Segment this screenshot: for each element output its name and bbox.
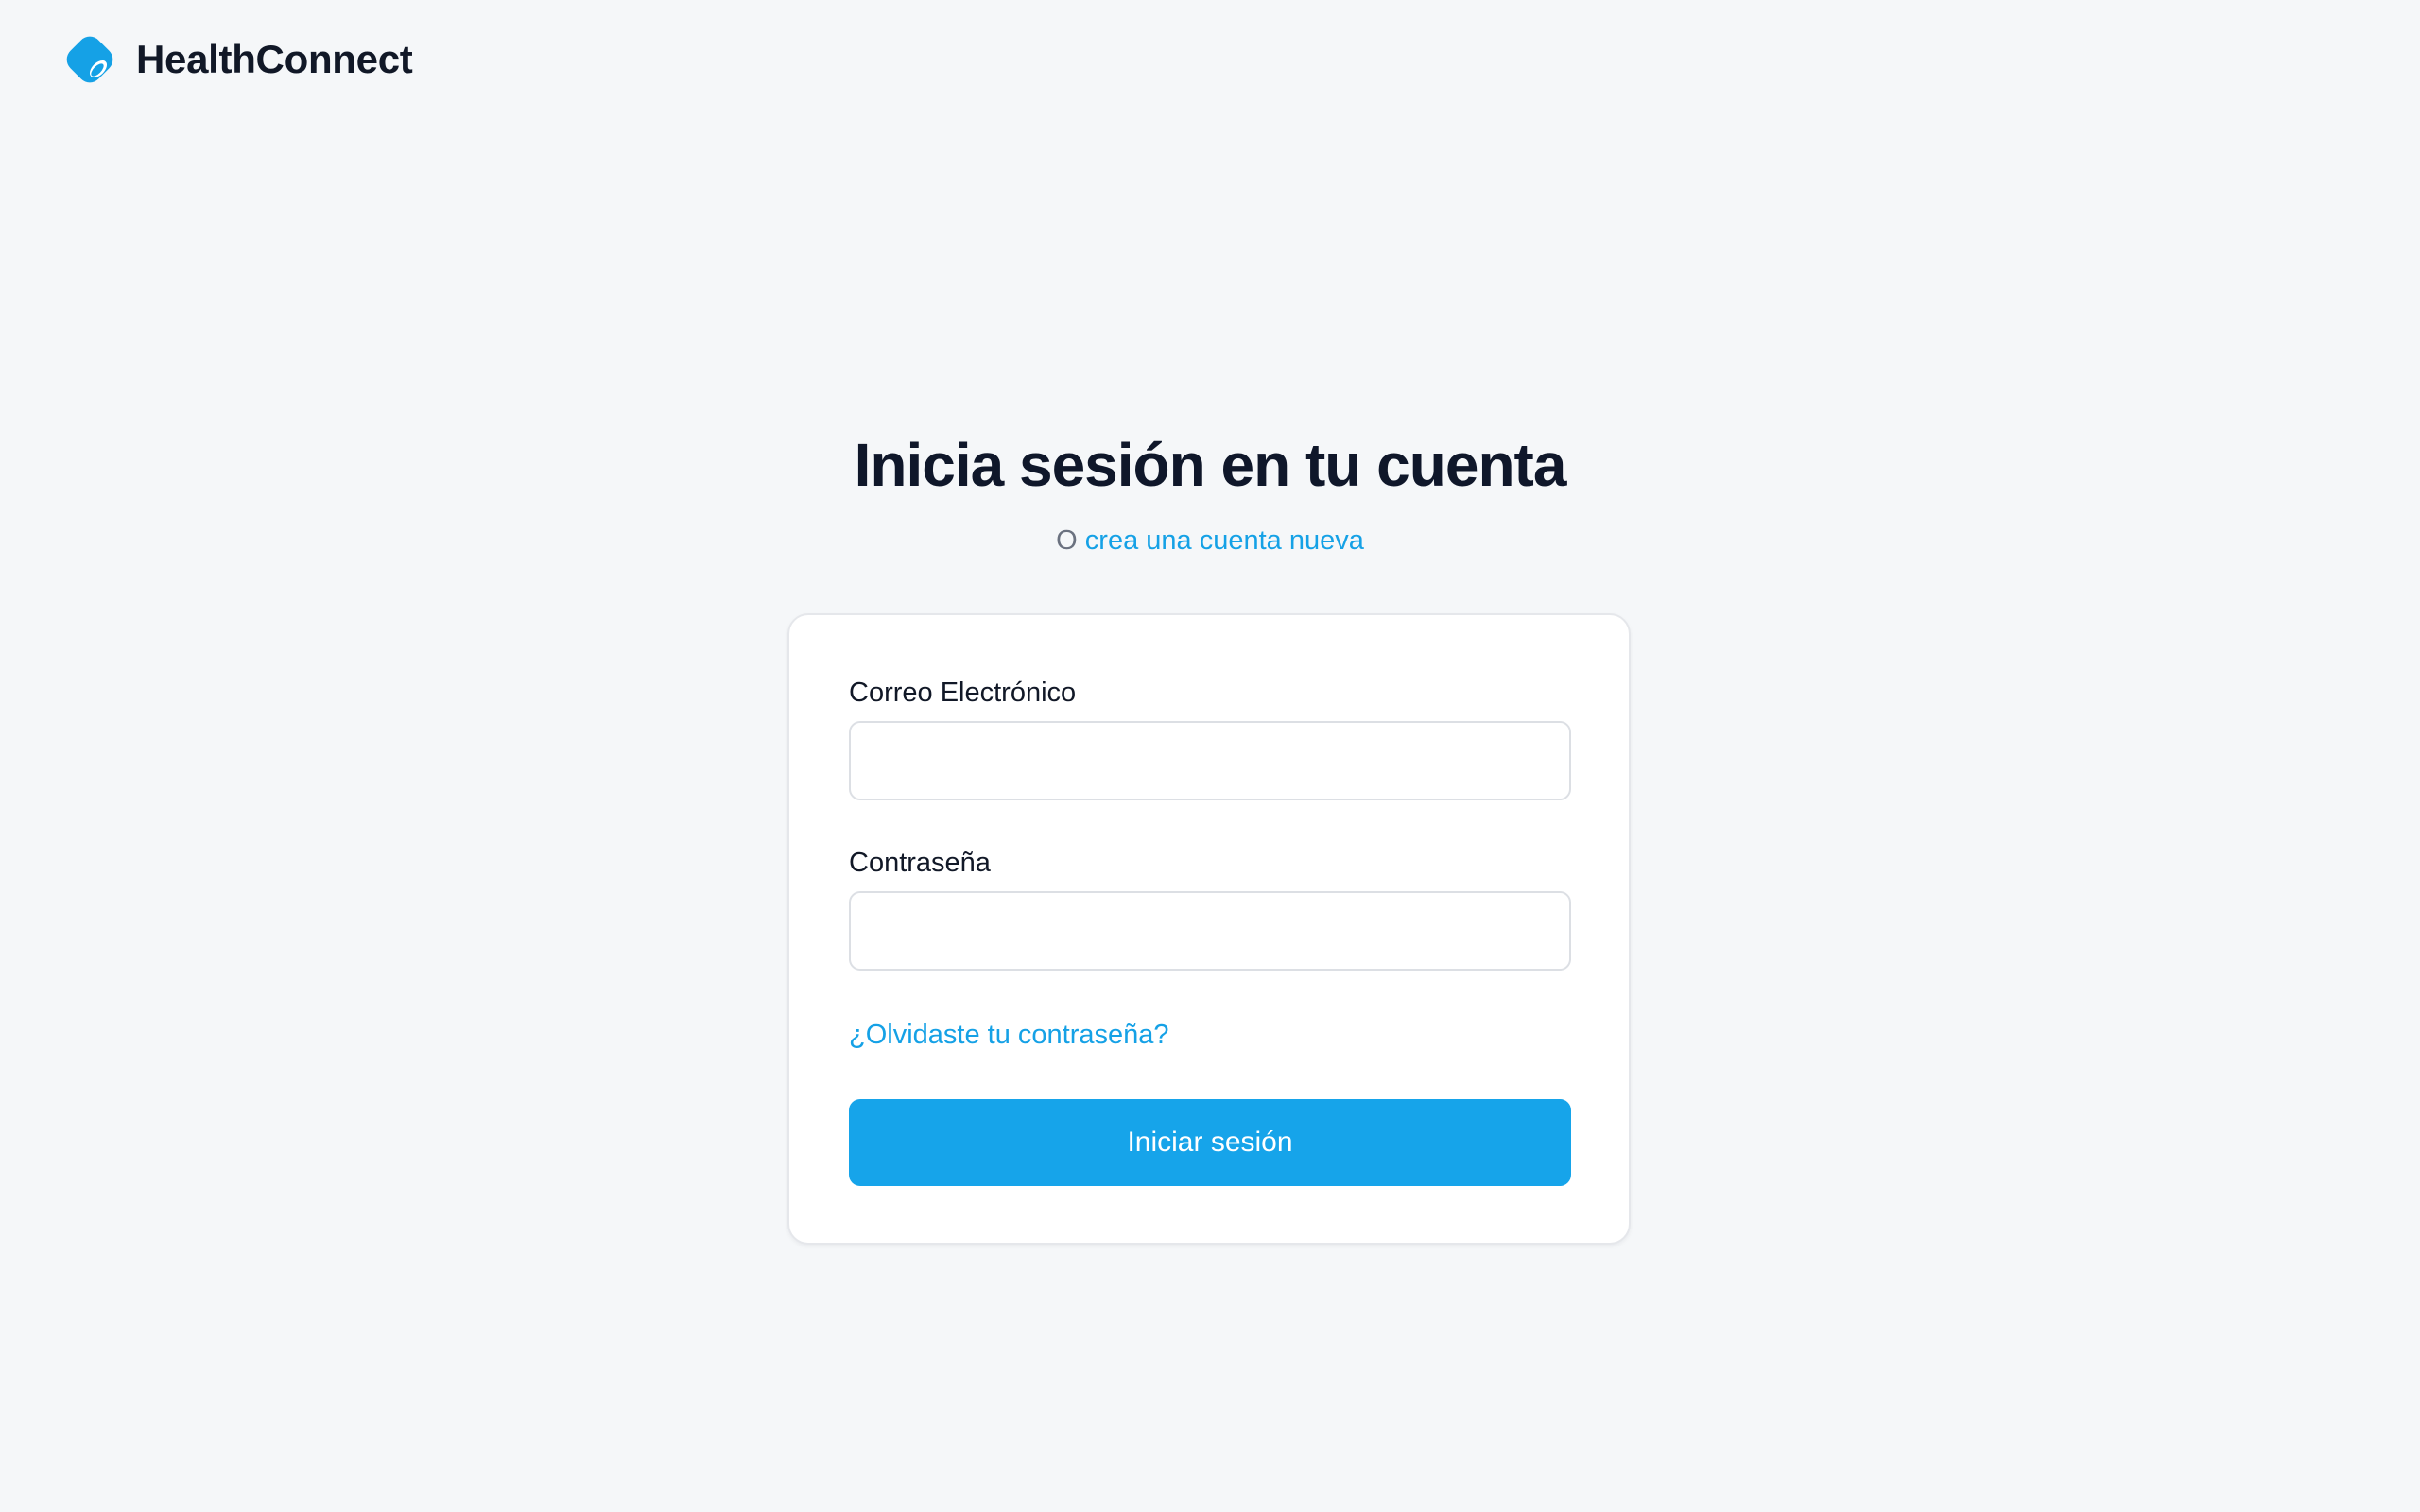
page-title: Inicia sesión en tu cuenta: [854, 431, 1567, 499]
signup-prompt-prefix: O: [1056, 525, 1078, 556]
login-form-card: Correo Electrónico Contraseña ¿Olvidaste…: [787, 613, 1631, 1245]
email-label: Correo Electrónico: [849, 678, 1077, 708]
email-field[interactable]: [849, 721, 1571, 800]
create-account-link[interactable]: crea una cuenta nueva: [1085, 525, 1364, 556]
app-header: HealthConnect: [62, 32, 413, 87]
password-field[interactable]: [849, 891, 1571, 971]
signup-prompt: O crea una cuenta nueva: [0, 522, 2420, 559]
droplet-capsule-icon: [66, 36, 113, 83]
login-heading: Inicia sesión en tu cuenta O crea una cu…: [0, 427, 2420, 559]
brand-name: HealthConnect: [136, 37, 413, 81]
password-label: Contraseña: [849, 848, 991, 878]
sign-in-button[interactable]: Iniciar sesión: [849, 1099, 1571, 1186]
forgot-password-link[interactable]: ¿Olvidaste tu contraseña?: [849, 1016, 1169, 1054]
